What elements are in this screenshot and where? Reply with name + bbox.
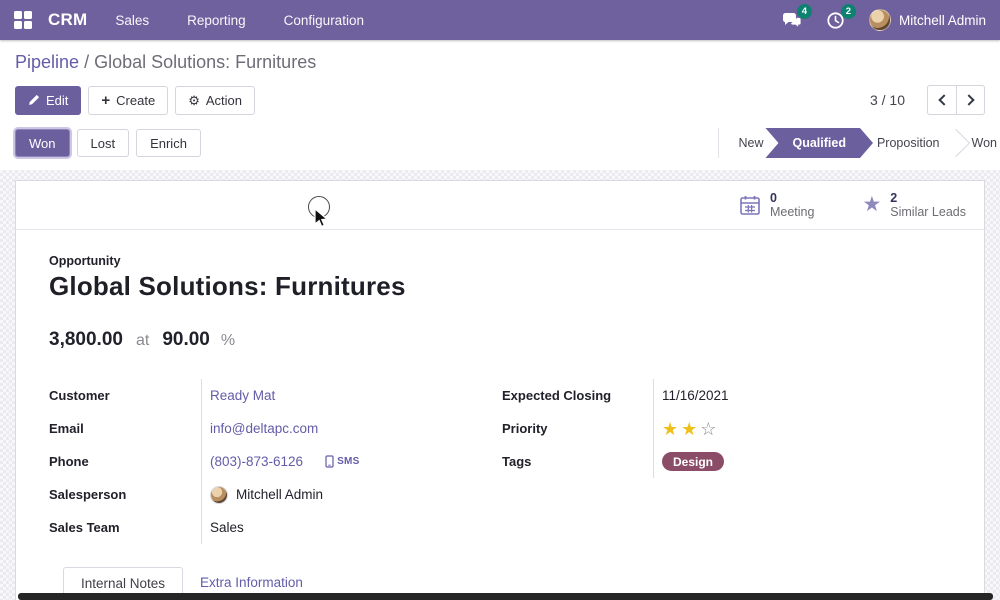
meeting-label: Meeting <box>770 205 814 219</box>
won-button[interactable]: Won <box>15 129 70 157</box>
menu-reporting[interactable]: Reporting <box>187 13 246 28</box>
salesperson-avatar <box>210 486 228 504</box>
phone-link[interactable]: (803)-873-6126 <box>210 454 303 469</box>
star-filled-icon: ★★ <box>662 419 700 439</box>
edit-button[interactable]: Edit <box>15 86 81 115</box>
tags-label: Tags <box>502 454 653 469</box>
menu-sales[interactable]: Sales <box>115 13 149 28</box>
apps-menu-icon[interactable] <box>14 11 32 29</box>
action-button[interactable]: ⚙ Action <box>175 86 255 115</box>
priority-stars[interactable]: ★★☆ <box>662 420 719 438</box>
field-row-sales-team: Sales Team Sales <box>49 511 482 544</box>
field-row-tags: Tags Design <box>502 445 951 478</box>
phone-label: Phone <box>49 454 201 469</box>
sales-team-label: Sales Team <box>49 520 201 535</box>
customer-link[interactable]: Ready Mat <box>210 388 275 403</box>
similar-leads-stat-button[interactable]: ★ 2 Similar Leads <box>852 187 976 223</box>
action-button-label: Action <box>206 93 242 108</box>
activities-icon[interactable]: 2 <box>825 9 847 31</box>
tag-design: Design <box>662 452 724 471</box>
salesperson-value[interactable]: Mitchell Admin <box>236 487 323 502</box>
field-group-right: Expected Closing 11/16/2021 Priority ★★☆… <box>502 379 951 544</box>
plus-icon: + <box>101 94 110 107</box>
breadcrumb-pipeline-link[interactable]: Pipeline <box>15 52 79 72</box>
meeting-count: 0 <box>770 191 814 205</box>
star-icon: ★ <box>862 195 881 215</box>
form-sheet: 0 Meeting ★ 2 Similar Leads Opportunity … <box>15 180 985 600</box>
user-menu[interactable]: Mitchell Admin <box>869 9 986 31</box>
gear-icon: ⚙ <box>188 94 200 107</box>
pager: 3 / 10 <box>870 85 985 115</box>
enrich-button[interactable]: Enrich <box>136 129 201 157</box>
stage-qualified-active[interactable]: Qualified <box>765 128 872 158</box>
stat-button-bar: 0 Meeting ★ 2 Similar Leads <box>16 181 984 230</box>
user-avatar <box>869 9 891 31</box>
expected-closing-value[interactable]: 11/16/2021 <box>662 388 729 403</box>
star-empty-icon: ☆ <box>700 419 719 439</box>
similar-leads-count: 2 <box>890 191 966 205</box>
pager-value: 3 / 10 <box>870 92 905 108</box>
field-row-customer: Customer Ready Mat <box>49 379 482 412</box>
user-name: Mitchell Admin <box>899 13 986 28</box>
breadcrumb-current: Global Solutions: Furnitures <box>94 52 316 72</box>
create-button-label: Create <box>116 93 155 108</box>
chevron-right-icon <box>963 94 974 105</box>
similar-leads-label: Similar Leads <box>890 205 966 219</box>
expected-closing-label: Expected Closing <box>502 388 653 403</box>
revenue-at-label: at <box>136 332 149 350</box>
mouse-cursor <box>314 208 329 229</box>
field-row-email: Email info@deltapc.com <box>49 412 482 445</box>
create-button[interactable]: + Create <box>88 86 168 115</box>
probability-value: 90.00 <box>162 329 210 351</box>
messages-icon[interactable]: 4 <box>781 9 803 31</box>
breadcrumb-separator: / <box>84 52 89 72</box>
email-label: Email <box>49 421 201 436</box>
field-row-phone: Phone (803)-873-6126 SMS <box>49 445 482 478</box>
chevron-left-icon <box>938 94 949 105</box>
edit-button-label: Edit <box>46 93 68 108</box>
sales-team-value[interactable]: Sales <box>210 520 244 535</box>
priority-label: Priority <box>502 421 653 436</box>
email-link[interactable]: info@deltapc.com <box>210 421 318 436</box>
field-group-left: Customer Ready Mat Email info@deltapc.co… <box>49 379 482 544</box>
messages-count-badge: 4 <box>797 4 812 19</box>
app-name[interactable]: CRM <box>48 10 87 30</box>
record-type-label: Opportunity <box>49 254 951 268</box>
top-navbar: CRM Sales Reporting Configuration 4 2 Mi… <box>0 0 1000 40</box>
field-row-salesperson: Salesperson Mitchell Admin <box>49 478 482 511</box>
meetings-stat-button[interactable]: 0 Meeting <box>729 187 824 223</box>
sms-button[interactable]: SMS <box>325 455 360 468</box>
bottom-dark-strip <box>18 593 993 600</box>
pager-next-button[interactable] <box>956 85 985 115</box>
activities-count-badge: 2 <box>841 4 856 19</box>
sms-label: SMS <box>337 456 360 467</box>
revenue-amount: 3,800.00 <box>49 329 123 351</box>
form-view-background: 0 Meeting ★ 2 Similar Leads Opportunity … <box>0 170 1000 600</box>
control-panel: Pipeline / Global Solutions: Furnitures … <box>0 40 1000 170</box>
calendar-icon <box>739 194 761 216</box>
menu-configuration[interactable]: Configuration <box>284 13 364 28</box>
percent-sign: % <box>221 332 235 350</box>
field-row-expected-closing: Expected Closing 11/16/2021 <box>502 379 951 412</box>
pager-previous-button[interactable] <box>927 85 956 115</box>
main-menu: Sales Reporting Configuration <box>115 13 364 28</box>
field-row-priority: Priority ★★☆ <box>502 412 951 445</box>
lost-button[interactable]: Lost <box>77 129 130 157</box>
pencil-icon <box>28 94 40 106</box>
mobile-phone-icon <box>325 455 334 468</box>
page-title: Global Solutions: Furnitures <box>49 271 951 302</box>
salesperson-label: Salesperson <box>49 487 201 502</box>
customer-label: Customer <box>49 388 201 403</box>
expected-revenue: 3,800.00 at 90.00 % <box>49 329 951 351</box>
stage-statusbar: New Qualified Proposition Won <box>718 128 1000 158</box>
breadcrumb: Pipeline / Global Solutions: Furnitures <box>15 49 985 75</box>
